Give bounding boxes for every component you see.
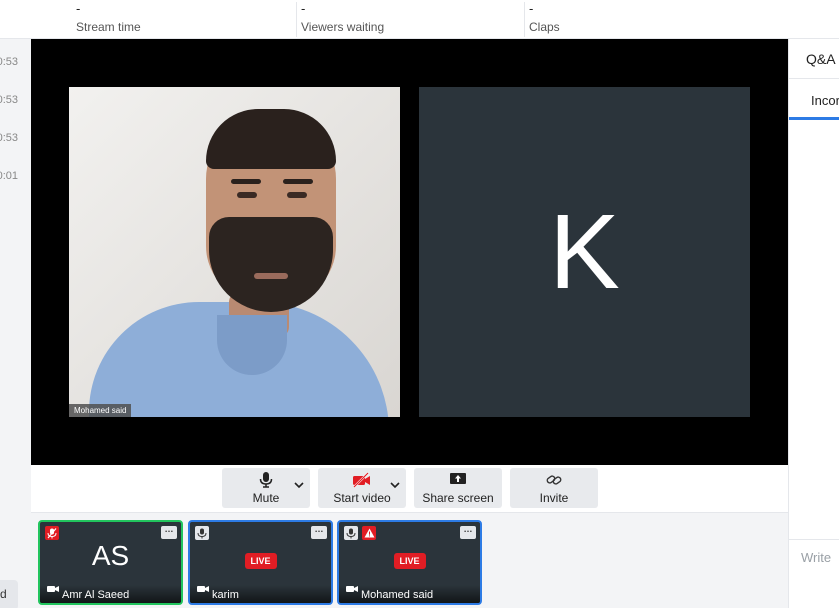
invite-button[interactable]: Invite <box>510 468 598 508</box>
camera-icon <box>346 580 358 598</box>
person-hair <box>206 109 336 169</box>
person-beard <box>209 217 333 312</box>
chevron-down-icon[interactable] <box>390 476 400 494</box>
stat-label: Stream time <box>76 20 141 34</box>
tab-qa[interactable]: Q&A <box>806 51 836 67</box>
stat-claps: - Claps <box>524 2 560 37</box>
share-screen-icon <box>414 472 502 490</box>
question-input[interactable]: Write <box>789 539 839 608</box>
microphone-muted-icon <box>45 526 59 540</box>
question-input-placeholder: Write <box>801 550 832 565</box>
divider <box>789 78 839 79</box>
microphone-icon <box>344 526 358 540</box>
link-icon <box>510 472 598 490</box>
person-brow <box>231 179 261 184</box>
active-tab-indicator <box>789 117 839 120</box>
avatar-tile-karim: K <box>419 87 750 417</box>
participant-initials: AS <box>91 540 130 571</box>
stat-label: Claps <box>529 20 560 34</box>
stat-viewers-waiting: - Viewers waiting <box>296 2 384 37</box>
more-options-icon[interactable]: … <box>161 525 177 539</box>
timestamp: 0:53 <box>0 94 18 106</box>
person-eye <box>287 192 307 198</box>
stage: Mohamed said K <box>31 39 788 465</box>
stat-value: - <box>76 1 81 16</box>
start-video-button[interactable]: Start video <box>318 468 406 508</box>
live-badge: LIVE <box>244 553 277 569</box>
microphone-icon <box>195 526 209 540</box>
stat-label: Viewers waiting <box>301 20 385 34</box>
warning-icon <box>362 526 376 540</box>
stats-bar: - Stream time - Viewers waiting - Claps <box>0 0 839 39</box>
person-brow <box>283 179 313 184</box>
mute-button[interactable]: Mute <box>222 468 310 508</box>
timestamp: 0:53 <box>0 132 18 144</box>
video-name-tag: Mohamed said <box>69 404 132 417</box>
camera-icon <box>197 580 209 598</box>
control-bar: Mute Start video Share screen Invite <box>31 465 788 513</box>
chevron-down-icon[interactable] <box>294 476 304 494</box>
participant-name: Mohamed said <box>339 585 480 603</box>
right-panel: Q&A Incor Write <box>788 39 839 608</box>
participant-tile-amr[interactable]: … AS Amr Al Saeed <box>38 520 183 605</box>
more-options-icon[interactable]: … <box>460 525 476 539</box>
timestamp: 0:01 <box>0 170 18 182</box>
person-mouth <box>254 273 288 279</box>
participant-strip: … AS Amr Al Saeed … LIVE karim … LIVE Mo… <box>31 513 788 608</box>
share-screen-label: Share screen <box>422 491 494 505</box>
participant-tile-mohamed[interactable]: … LIVE Mohamed said <box>337 520 482 605</box>
invite-label: Invite <box>539 491 569 505</box>
stat-value: - <box>301 1 306 16</box>
sub-tab-incoming[interactable]: Incor <box>811 93 839 108</box>
share-screen-button[interactable]: Share screen <box>414 468 502 508</box>
video-tile-mohamed: Mohamed said <box>69 87 400 417</box>
stat-stream-time: - Stream time <box>72 2 141 37</box>
left-bottom-button[interactable]: d <box>0 580 18 608</box>
participant-name: karim <box>190 585 331 603</box>
person-eye <box>237 192 257 198</box>
camera-icon <box>47 580 59 598</box>
broadcast-studio: - Stream time - Viewers waiting - Claps … <box>0 0 839 608</box>
live-badge: LIVE <box>393 553 426 569</box>
participant-name: Amr Al Saeed <box>40 585 181 603</box>
timestamp: 0:53 <box>0 56 18 68</box>
left-chat-column: 0:53 0:53 0:53 0:01 d <box>0 39 31 608</box>
avatar-letter: K <box>549 193 620 311</box>
more-options-icon[interactable]: … <box>311 525 327 539</box>
participant-tile-karim[interactable]: … LIVE karim <box>188 520 333 605</box>
stat-value: - <box>529 1 534 16</box>
